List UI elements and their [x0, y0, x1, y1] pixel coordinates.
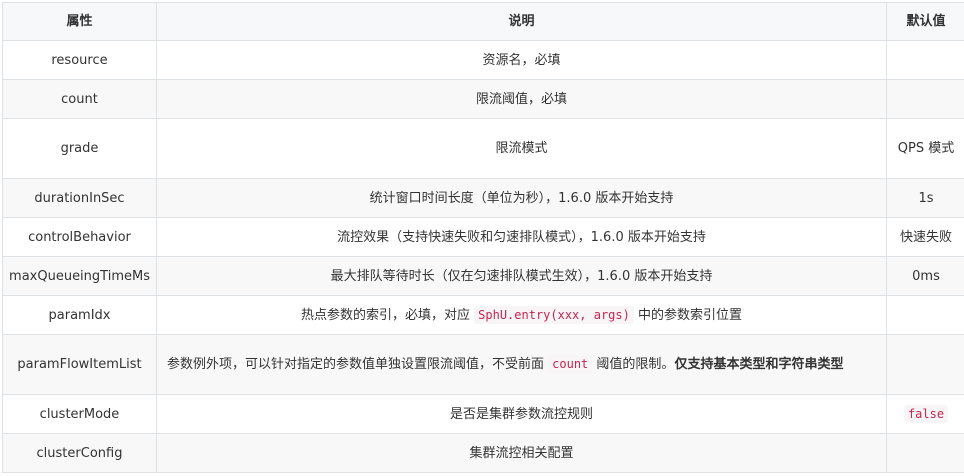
attribute-cell: resource: [2, 40, 157, 80]
header-attribute: 属性: [2, 2, 157, 41]
table-row: clusterConfig 集群流控相关配置: [2, 433, 964, 473]
attribute-cell: grade: [2, 118, 157, 179]
table-row: paramFlowItemList 参数例外项，可以针对指定的参数值单独设置限流…: [2, 334, 964, 395]
description-cell: 统计窗口时间长度（单位为秒），1.6.0 版本开始支持: [156, 178, 887, 218]
description-emphasis: 仅支持基本类型和字符串类型: [674, 357, 844, 372]
default-cell: [886, 433, 964, 473]
description-cell: 热点参数的索引，必填，对应 SphU.entry(xxx, args) 中的参数…: [156, 295, 887, 335]
attribute-cell: durationInSec: [2, 178, 157, 218]
table-row: maxQueueingTimeMs 最大排队等待时长（仅在匀速排队模式生效），1…: [2, 256, 964, 296]
default-cell: false: [886, 394, 964, 434]
default-cell: 0ms: [886, 256, 964, 296]
description-text: 阈值的限制。: [596, 357, 675, 372]
inline-code: count: [548, 355, 593, 373]
default-cell: [886, 40, 964, 80]
table-row: paramIdx 热点参数的索引，必填，对应 SphU.entry(xxx, a…: [2, 295, 964, 335]
attribute-cell: paramIdx: [2, 295, 157, 335]
default-cell: QPS 模式: [886, 118, 964, 179]
attribute-cell: maxQueueingTimeMs: [2, 256, 157, 296]
description-cell: 限流阈值，必填: [156, 79, 887, 119]
table-header-row: 属性 说明 默认值: [2, 2, 964, 41]
description-cell: 限流模式: [156, 118, 887, 179]
default-cell: [886, 295, 964, 335]
attribute-cell: clusterMode: [2, 394, 157, 434]
param-flow-rule-table: 属性 说明 默认值 resource 资源名，必填 count 限流阈值，必填 …: [2, 2, 964, 473]
description-cell: 参数例外项，可以针对指定的参数值单独设置限流阈值，不受前面 count 阈值的限…: [156, 334, 887, 395]
table-row: clusterMode 是否是集群参数流控规则 false: [2, 394, 964, 434]
page: 属性 说明 默认值 resource 资源名，必填 count 限流阈值，必填 …: [0, 0, 964, 476]
attribute-cell: count: [2, 79, 157, 119]
table-row: controlBehavior 流控效果（支持快速失败和匀速排队模式），1.6.…: [2, 217, 964, 257]
table-row: count 限流阈值，必填: [2, 79, 964, 119]
description-cell: 集群流控相关配置: [156, 433, 887, 473]
table-row: grade 限流模式 QPS 模式: [2, 118, 964, 179]
description-cell: 流控效果（支持快速失败和匀速排队模式），1.6.0 版本开始支持: [156, 217, 887, 257]
attribute-cell: clusterConfig: [2, 433, 157, 473]
default-cell: 1s: [886, 178, 964, 218]
description-text: 参数例外项，可以针对指定的参数值单独设置限流阈值，不受前面: [167, 357, 545, 372]
description-text: 热点参数的索引，必填，对应: [300, 307, 470, 323]
default-cell: 快速失败: [886, 217, 964, 257]
header-description: 说明: [156, 2, 887, 41]
description-cell: 是否是集群参数流控规则: [156, 394, 887, 434]
table-row: durationInSec 统计窗口时间长度（单位为秒），1.6.0 版本开始支…: [2, 178, 964, 218]
default-cell: [886, 79, 964, 119]
inline-code: SphU.entry(xxx, args): [474, 305, 634, 324]
description-cell: 最大排队等待时长（仅在匀速排队模式生效），1.6.0 版本开始支持: [156, 256, 887, 296]
table-row: resource 资源名，必填: [2, 40, 964, 80]
header-default: 默认值: [886, 2, 964, 41]
inline-code: false: [903, 404, 949, 423]
description-text: 中的参数索引位置: [638, 307, 743, 323]
description-cell: 资源名，必填: [156, 40, 887, 80]
attribute-cell: paramFlowItemList: [2, 334, 157, 395]
attribute-cell: controlBehavior: [2, 217, 157, 257]
default-cell: [886, 334, 964, 395]
